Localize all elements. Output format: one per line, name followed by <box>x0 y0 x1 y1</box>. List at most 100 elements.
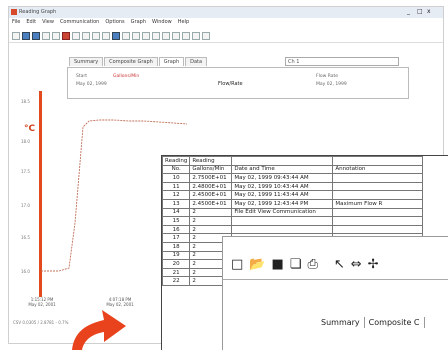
legend-caption-flow-date: May 02, 1999 <box>316 82 347 87</box>
table-cell: 22 <box>161 276 191 286</box>
pointer-icon[interactable]: ↖ <box>334 257 345 272</box>
open-folder-icon[interactable]: 📂 <box>249 257 265 272</box>
scale-icon[interactable] <box>142 31 150 40</box>
menu-graph[interactable]: Graph <box>131 19 146 27</box>
pan-horizontal-icon[interactable]: ⇔ <box>351 257 362 272</box>
table-cell: 2 <box>189 207 233 218</box>
table-cell <box>332 173 424 183</box>
table-cell <box>231 224 334 235</box>
tab-graph[interactable]: Graph <box>158 57 185 66</box>
legend-caption-start: Start <box>76 74 87 79</box>
header-cell <box>332 156 424 166</box>
record-icon[interactable] <box>62 31 70 40</box>
help-icon[interactable] <box>202 31 210 40</box>
table-cell: 16 <box>161 224 191 235</box>
menu-edit[interactable]: Edit <box>26 19 36 27</box>
close-button[interactable]: x <box>427 8 431 15</box>
header-cell: Date and Time <box>231 164 334 175</box>
table-cell: 2 <box>189 224 233 235</box>
table-cell: 21 <box>161 267 191 278</box>
table-cell: 17 <box>161 233 191 243</box>
table-cell: 13 <box>161 198 191 209</box>
table-cell <box>231 216 334 226</box>
table-row[interactable]: 14 2 File Edit View Communication <box>161 207 424 218</box>
menu-view[interactable]: View <box>42 19 54 27</box>
x-tick-start-date: May 02, 2001 <box>28 302 56 307</box>
window-title: Reading Graph <box>19 9 57 15</box>
pan-icon[interactable] <box>92 31 100 40</box>
save-icon[interactable] <box>32 31 40 40</box>
save-icon[interactable]: ■ <box>271 257 283 272</box>
open-icon[interactable] <box>22 31 30 40</box>
new-document-icon[interactable]: □ <box>231 257 243 272</box>
zoom-icon[interactable] <box>72 31 80 40</box>
table-row[interactable]: 13 2.4500E+01 May 02, 1999 12:43:44 PM Maxi… <box>161 198 424 209</box>
marker-icon[interactable] <box>162 31 170 40</box>
table-cell: Maximum Flow R <box>332 198 424 209</box>
legend-caption-units: Gallons/Min <box>113 74 140 79</box>
app-icon <box>11 9 17 15</box>
menu-window[interactable]: Window <box>152 19 172 27</box>
title-bar: Reading Graph _ □ x <box>9 7 443 18</box>
table-cell: May 02, 1999 10:43:44 AM <box>231 181 334 192</box>
table-cell: 15 <box>161 216 191 226</box>
move-icon[interactable]: ✢ <box>368 257 379 272</box>
table-row[interactable]: 10 2.7500E+01 May 02, 1999 09:43:44 AM <box>161 173 424 183</box>
table-row[interactable]: 16 2 <box>161 224 424 235</box>
table-cell: 18 <box>161 241 191 252</box>
table-icon[interactable] <box>122 31 130 40</box>
export-icon[interactable] <box>192 31 200 40</box>
table-cell: 20 <box>161 259 191 269</box>
table-cell <box>332 181 424 192</box>
menu-options[interactable]: Options <box>105 19 124 27</box>
minimize-button[interactable]: _ <box>407 8 410 15</box>
tab-data[interactable]: Data <box>185 57 208 66</box>
tab-composite-graph[interactable]: Composite Graph <box>104 57 158 66</box>
print-icon[interactable]: ⎙ <box>307 257 317 272</box>
legend-caption-flow: Flow Rate <box>316 74 339 79</box>
fit-icon[interactable] <box>132 31 140 40</box>
table-cell <box>332 207 424 218</box>
pointer-arrow-icon <box>72 310 126 350</box>
maximize-button[interactable]: □ <box>417 8 423 15</box>
popup-divider <box>223 279 448 280</box>
table-cell: 2.7500E+01 <box>189 173 233 183</box>
y-tick: 18.5 <box>21 99 30 104</box>
y-tick: 17.0 <box>21 203 30 208</box>
tab-summary[interactable]: Summary <box>69 57 104 66</box>
table-cell: May 02, 1999 12:43:44 PM <box>231 198 334 209</box>
y-tick: 16.0 <box>21 269 30 274</box>
menu-file[interactable]: File <box>12 19 20 27</box>
channel-select[interactable]: Ch 1 <box>285 57 399 66</box>
table-row[interactable]: 12 2.4500E+01 May 02, 1999 11:43:44 AM <box>161 190 424 200</box>
graph-icon[interactable] <box>112 31 120 40</box>
menu-help[interactable]: Help <box>178 19 189 27</box>
table-row[interactable]: 15 2 <box>161 216 424 226</box>
table-cell: 19 <box>161 250 191 261</box>
print-icon[interactable] <box>52 31 60 40</box>
grid-icon[interactable] <box>152 31 160 40</box>
table-header-row: Reading Reading <box>161 156 424 166</box>
table-cell: 10 <box>161 173 191 183</box>
header-cell: Annotation <box>332 164 424 175</box>
table-cell: 2.4800E+01 <box>189 181 233 192</box>
popup-tab-summary[interactable]: Summary <box>317 317 365 328</box>
table-cell <box>332 190 424 200</box>
annotate-icon[interactable] <box>172 31 180 40</box>
header-cell: No. <box>161 164 191 175</box>
x-tick-start: 1:15:12 PM May 02, 2001 <box>17 297 67 307</box>
copy-icon[interactable] <box>42 31 50 40</box>
header-cell <box>231 156 334 166</box>
menu-communication[interactable]: Communication <box>60 19 99 27</box>
pointer-icon[interactable] <box>82 31 90 40</box>
y-tick: 17.5 <box>21 169 30 174</box>
table-cell: File Edit View Communication <box>231 207 334 218</box>
cursor-icon[interactable] <box>102 31 110 40</box>
copy-icon[interactable]: ❏ <box>290 257 302 272</box>
new-icon[interactable] <box>12 31 20 40</box>
filter-icon[interactable] <box>182 31 190 40</box>
popup-tabs: Summary Composite C <box>317 317 425 328</box>
table-row[interactable]: 11 2.4800E+01 May 02, 1999 10:43:44 AM <box>161 181 424 192</box>
popup-window: □ 📂 ■ ❏ ⎙ ↖ ⇔ ✢ Summary Composite C <box>222 236 448 350</box>
popup-tab-composite[interactable]: Composite C <box>365 317 425 328</box>
